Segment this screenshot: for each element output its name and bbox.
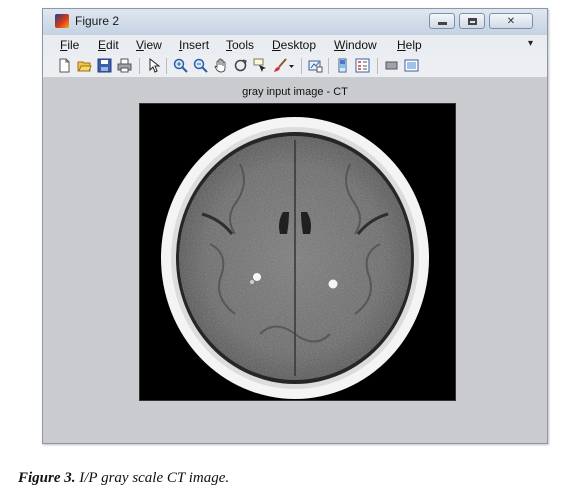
pan-hand-icon[interactable]: [213, 58, 228, 73]
save-icon[interactable]: [97, 58, 112, 73]
data-cursor-icon[interactable]: [253, 58, 268, 73]
close-icon: ✕: [506, 15, 516, 27]
toolbar: [43, 55, 547, 78]
link-plot-icon[interactable]: [308, 58, 323, 73]
minimize-button[interactable]: [429, 13, 455, 29]
figure-caption: Figure 3. I/P gray scale CT image.: [18, 470, 230, 486]
toolbar-separator: [166, 58, 167, 74]
show-plot-tools-icon[interactable]: [404, 58, 419, 73]
ct-image[interactable]: [139, 103, 456, 401]
menu-window[interactable]: Window: [334, 38, 377, 52]
select-arrow-icon[interactable]: [146, 57, 161, 73]
rotate-3d-icon[interactable]: [233, 58, 248, 73]
zoom-out-icon[interactable]: [193, 58, 208, 73]
menu-view[interactable]: View: [136, 38, 162, 52]
brush-dropdown-icon[interactable]: [288, 58, 296, 73]
title-bar[interactable]: Figure 2 ✕: [43, 9, 547, 36]
toolbar-separator: [301, 58, 302, 74]
toolbar-separator: [377, 58, 378, 74]
menu-desktop[interactable]: Desktop: [272, 38, 316, 52]
maximize-button[interactable]: [459, 13, 485, 29]
menu-help[interactable]: Help: [397, 38, 422, 52]
menu-overflow-arrow-icon[interactable]: ▾: [528, 38, 533, 49]
hide-plot-tools-icon[interactable]: [384, 58, 399, 73]
axes-title: gray input image - CT: [242, 86, 348, 98]
close-button[interactable]: ✕: [489, 13, 533, 29]
legend-icon[interactable]: [355, 58, 370, 73]
menu-bar: File Edit View Insert Tools Desktop Wind…: [43, 35, 547, 55]
matlab-logo-icon: [55, 14, 69, 28]
brush-icon[interactable]: [273, 58, 288, 73]
figure-window: Figure 2 ✕ File Edit View Insert Tools D…: [42, 8, 548, 444]
menu-file[interactable]: File: [60, 38, 79, 52]
menu-edit[interactable]: Edit: [98, 38, 119, 52]
maximize-icon: [467, 17, 477, 25]
open-file-icon[interactable]: [77, 58, 92, 73]
window-title: Figure 2: [75, 14, 120, 28]
toolbar-separator: [328, 58, 329, 74]
toolbar-separator: [139, 58, 140, 74]
colorbar-icon[interactable]: [335, 58, 350, 73]
ct-brain-scan-image: [161, 117, 429, 399]
menu-insert[interactable]: Insert: [179, 38, 209, 52]
new-figure-icon[interactable]: [57, 58, 72, 73]
menu-tools[interactable]: Tools: [226, 38, 254, 52]
zoom-in-icon[interactable]: [173, 58, 188, 73]
minimize-icon: [437, 21, 447, 25]
print-icon[interactable]: [117, 58, 132, 73]
